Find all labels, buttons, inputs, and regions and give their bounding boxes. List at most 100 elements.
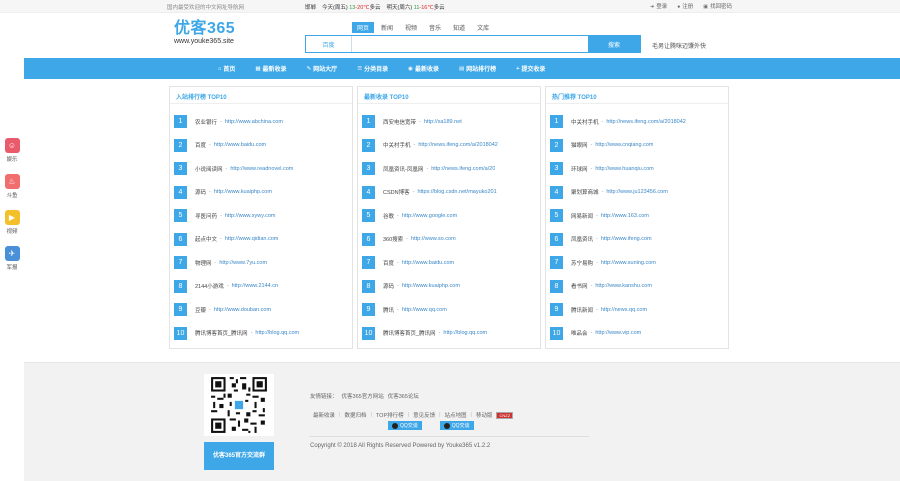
- list-item[interactable]: 7 百度 - http://www.baidu.com: [362, 251, 534, 275]
- site-url[interactable]: http://www.qq.com: [402, 307, 447, 313]
- list-item[interactable]: 8 2144小游戏 - http://www.2144.cn: [174, 275, 346, 299]
- site-url[interactable]: http://www.readnovel.com: [230, 166, 293, 172]
- site-name[interactable]: 2144小游戏: [195, 282, 224, 290]
- list-item[interactable]: 9 腾讯 - http://www.qq.com: [362, 298, 534, 322]
- site-url[interactable]: http://www.xywy.com: [225, 213, 276, 219]
- footer-link[interactable]: 意见反馈: [413, 411, 435, 419]
- nav-item[interactable]: ⌂ 首页: [208, 58, 245, 79]
- site-url[interactable]: http://www.abchina.com: [225, 119, 283, 125]
- list-item[interactable]: 5 网易新闻 - http://www.163.com: [550, 204, 722, 228]
- site-name[interactable]: 腾讯新闻: [571, 306, 593, 314]
- side-float-item[interactable]: ☺ 娱乐: [2, 138, 22, 174]
- site-name[interactable]: 小说阅读网: [195, 165, 223, 173]
- list-item[interactable]: 8 看书网 - http://www.kanshu.com: [550, 275, 722, 299]
- site-name[interactable]: 凤凰资讯: [571, 235, 593, 243]
- hot-search-word[interactable]: 毛男让腾咪迈馕外快: [652, 41, 706, 50]
- search-tab-news[interactable]: 新闻: [376, 22, 398, 33]
- site-url[interactable]: http://xa189.net: [424, 119, 462, 125]
- site-name[interactable]: 360搜索: [383, 235, 403, 243]
- site-name[interactable]: 源码: [195, 188, 206, 196]
- forgot-password-link[interactable]: ▣ 找回密码: [703, 2, 732, 10]
- search-tab-video[interactable]: 视频: [400, 22, 422, 33]
- list-item[interactable]: 6 凤凰资讯 - http://www.ifeng.com: [550, 228, 722, 252]
- list-item[interactable]: 10 腾讯博客首页_腾讯网 - http://blog.qq.com: [174, 322, 346, 346]
- footer-link[interactable]: TOP排行榜: [376, 411, 404, 419]
- site-url[interactable]: http://www.google.com: [402, 213, 457, 219]
- list-item[interactable]: 1 中关村手机 - http://news.ifeng.com/a/201804…: [550, 110, 722, 134]
- site-name[interactable]: 网易新闻: [571, 212, 593, 220]
- side-float-item[interactable]: ▶ 视频: [2, 210, 22, 246]
- nav-item[interactable]: ▤ 网站排行榜: [449, 58, 506, 79]
- site-name[interactable]: 聚划算商城: [571, 188, 599, 196]
- footer-link[interactable]: 站点地图: [445, 411, 467, 419]
- search-input[interactable]: [352, 36, 588, 52]
- site-url[interactable]: http://www.cnqiang.com: [595, 142, 653, 148]
- site-url[interactable]: http://www.qidian.com: [225, 236, 279, 242]
- list-item[interactable]: 3 凤凰资讯-凤凰网 - http://news.ifeng.com/a/20: [362, 157, 534, 181]
- site-url[interactable]: http://www.kanshu.com: [595, 283, 652, 289]
- search-tab-web[interactable]: 网页: [352, 22, 375, 33]
- site-name[interactable]: 农业银行: [195, 118, 217, 126]
- footer-link[interactable]: 数据归档: [344, 411, 366, 419]
- nav-item[interactable]: + 提交收录: [506, 58, 555, 79]
- site-name[interactable]: 苏宁易购: [571, 259, 593, 267]
- search-tab-music[interactable]: 音乐: [424, 22, 446, 33]
- site-name[interactable]: 腾讯博客首页_腾讯网: [195, 329, 248, 337]
- footer-link[interactable]: 最新收录: [313, 411, 335, 419]
- site-url[interactable]: http://www.baidu.com: [214, 142, 266, 148]
- list-item[interactable]: 7 苏宁易购 - http://www.suning.com: [550, 251, 722, 275]
- search-button[interactable]: 搜索: [588, 36, 640, 52]
- site-name[interactable]: 物理网: [195, 259, 212, 267]
- site-url[interactable]: http://news.ifeng.com/a/20: [431, 166, 495, 172]
- list-item[interactable]: 2 猫眼网 - http://www.cnqiang.com: [550, 134, 722, 158]
- qq-chat-button[interactable]: QQ交谈: [439, 421, 474, 430]
- site-url[interactable]: http://blog.qq.com: [443, 330, 487, 336]
- nav-item[interactable]: ◉ 最新收录: [398, 58, 449, 79]
- friend-link[interactable]: 优客365论坛: [388, 392, 419, 400]
- list-item[interactable]: 10 腾讯博客首页_腾讯网 - http://blog.qq.com: [362, 322, 534, 346]
- site-url[interactable]: https://blog.csdn.net/mayuko201: [417, 189, 496, 195]
- site-url[interactable]: http://blog.qq.com: [255, 330, 299, 336]
- stat-badge[interactable]: CNZZ: [496, 411, 514, 419]
- side-float-item[interactable]: ✈ 军报: [2, 246, 22, 282]
- qq-group-button[interactable]: 优客365官方交流群: [204, 442, 274, 470]
- list-item[interactable]: 1 农业银行 - http://www.abchina.com: [174, 110, 346, 134]
- list-item[interactable]: 6 起点中文 - http://www.qidian.com: [174, 228, 346, 252]
- list-item[interactable]: 5 寻医问药 - http://www.xywy.com: [174, 204, 346, 228]
- list-item[interactable]: 8 源码 - http://www.kuaiphp.com: [362, 275, 534, 299]
- list-item[interactable]: 2 中关村手机 - http://news.ifeng.com/a/201804…: [362, 134, 534, 158]
- list-item[interactable]: 5 谷歌 - http://www.google.com: [362, 204, 534, 228]
- side-float-item[interactable]: ♨ 斗鱼: [2, 174, 22, 210]
- site-name[interactable]: 看书网: [571, 282, 588, 290]
- site-url[interactable]: http://www.163.com: [601, 213, 649, 219]
- site-name[interactable]: 环球网: [571, 165, 588, 173]
- qq-chat-button[interactable]: QQ交谈: [388, 421, 422, 430]
- site-name[interactable]: 百度: [383, 259, 394, 267]
- list-item[interactable]: 1 西安电信宽带 - http://xa189.net: [362, 110, 534, 134]
- site-url[interactable]: http://www.baidu.com: [402, 260, 454, 266]
- site-url[interactable]: http://www.kuaiphp.com: [402, 283, 460, 289]
- site-name[interactable]: 凤凰资讯-凤凰网: [383, 165, 423, 173]
- footer-link[interactable]: 移动版: [476, 411, 493, 419]
- site-url[interactable]: http://news.ifeng.com/a/2018042: [418, 142, 498, 148]
- site-name[interactable]: 百度: [195, 141, 206, 149]
- nav-item[interactable]: ▦ 最新收录: [245, 58, 296, 79]
- list-item[interactable]: 9 豆瓣 - http://www.douban.com: [174, 298, 346, 322]
- site-name[interactable]: 腾讯博客首页_腾讯网: [383, 329, 436, 337]
- site-url[interactable]: http://news.qq.com: [601, 307, 647, 313]
- site-url[interactable]: http://www.so.com: [411, 236, 456, 242]
- site-url[interactable]: http://www.ifeng.com: [601, 236, 652, 242]
- site-name[interactable]: 谷歌: [383, 212, 394, 220]
- register-link[interactable]: ● 注册: [677, 2, 693, 10]
- site-name[interactable]: 寻医问药: [195, 212, 217, 220]
- list-item[interactable]: 7 物理网 - http://www.7yu.com: [174, 251, 346, 275]
- list-item[interactable]: 9 腾讯新闻 - http://news.qq.com: [550, 298, 722, 322]
- site-name[interactable]: 源码: [383, 282, 394, 290]
- site-url[interactable]: http://www.suning.com: [601, 260, 656, 266]
- list-item[interactable]: 10 唯品会 - http://www.vip.com: [550, 322, 722, 346]
- site-url[interactable]: http://www.douban.com: [214, 307, 271, 313]
- list-item[interactable]: 4 聚划算商城 - http://www.ju123456.com: [550, 181, 722, 205]
- site-url[interactable]: http://www.7yu.com: [219, 260, 267, 266]
- search-tab-zhidao[interactable]: 知道: [448, 22, 470, 33]
- list-item[interactable]: 2 百度 - http://www.baidu.com: [174, 134, 346, 158]
